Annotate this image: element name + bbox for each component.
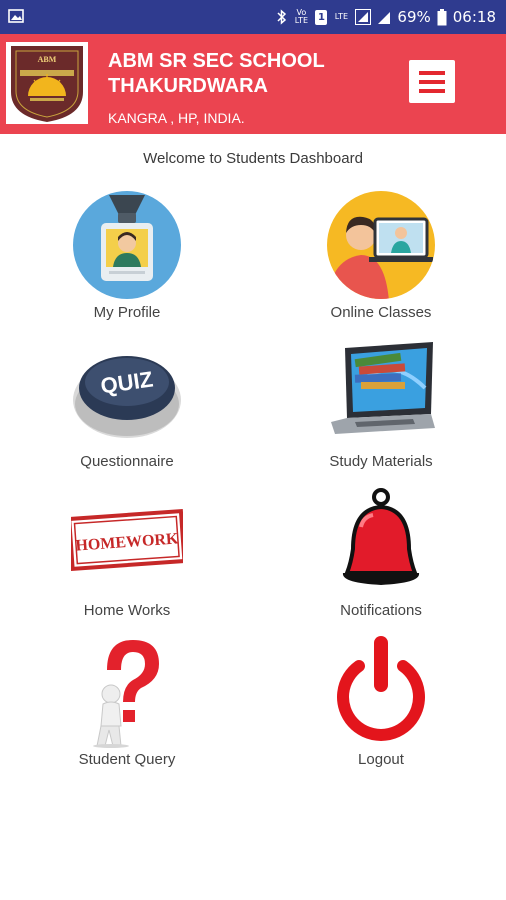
app-header: ABM ABM SR SEC SCHOOL THAKURDWARA KANGRA… xyxy=(0,34,506,134)
status-bar: Vo LTE 1 LTE 69% 06:18 xyxy=(0,0,506,34)
bell-icon xyxy=(342,488,420,585)
sim-icon: 1 xyxy=(315,9,328,25)
school-name-line2: THAKURDWARA xyxy=(108,75,268,97)
battery-icon xyxy=(437,8,447,25)
tile-logout[interactable]: Logout xyxy=(281,636,481,776)
clock: 06:18 xyxy=(452,8,496,26)
quiz-button-icon: QUIZ xyxy=(73,356,181,438)
signal-icon-2 xyxy=(378,12,391,24)
id-badge-icon xyxy=(73,191,181,299)
svg-text:ABM: ABM xyxy=(38,55,57,64)
tile-label: Questionnaire xyxy=(80,453,174,470)
tile-questionnaire[interactable]: QUIZ Questionnaire xyxy=(27,338,227,478)
question-mark-figure-icon xyxy=(93,640,159,748)
school-name: ABM SR SEC SCHOOL THAKURDWARA xyxy=(108,49,368,99)
tile-online-classes[interactable]: Online Classes xyxy=(281,189,481,329)
school-name-line1: ABM SR SEC SCHOOL xyxy=(108,50,325,72)
menu-button[interactable] xyxy=(409,60,455,103)
power-icon xyxy=(337,636,425,741)
tile-student-query[interactable]: Student Query xyxy=(27,636,227,776)
signal-icon-1 xyxy=(355,9,372,25)
welcome-text: Welcome to Students Dashboard xyxy=(143,150,363,167)
tile-label: My Profile xyxy=(93,304,161,321)
tile-label: Student Query xyxy=(78,751,176,768)
school-crest-icon: ABM xyxy=(11,46,83,122)
tile-notifications[interactable]: Notifications xyxy=(281,487,481,627)
battery-percent: 69% xyxy=(397,8,431,26)
homework-stamp-icon: HOMEWORK xyxy=(71,509,183,571)
tile-my-profile[interactable]: My Profile xyxy=(27,189,227,329)
school-logo: ABM xyxy=(6,42,88,124)
lte-indicator: LTE xyxy=(334,12,349,21)
tile-label: Notifications xyxy=(340,602,422,619)
tile-study-materials[interactable]: Study Materials xyxy=(281,338,481,478)
tile-label: Online Classes xyxy=(330,304,432,321)
tile-label: Study Materials xyxy=(329,453,433,470)
volte-indicator: Vo LTE xyxy=(294,8,309,25)
laptop-books-icon xyxy=(331,342,435,434)
gallery-icon xyxy=(8,9,24,23)
video-call-icon xyxy=(327,191,435,299)
tile-label: Home Works xyxy=(83,602,171,619)
tile-label: Logout xyxy=(358,751,404,768)
school-location: KANGRA , HP, INDIA. xyxy=(108,110,245,126)
tile-home-works[interactable]: HOMEWORK Home Works xyxy=(27,487,227,627)
bluetooth-icon xyxy=(277,9,287,25)
